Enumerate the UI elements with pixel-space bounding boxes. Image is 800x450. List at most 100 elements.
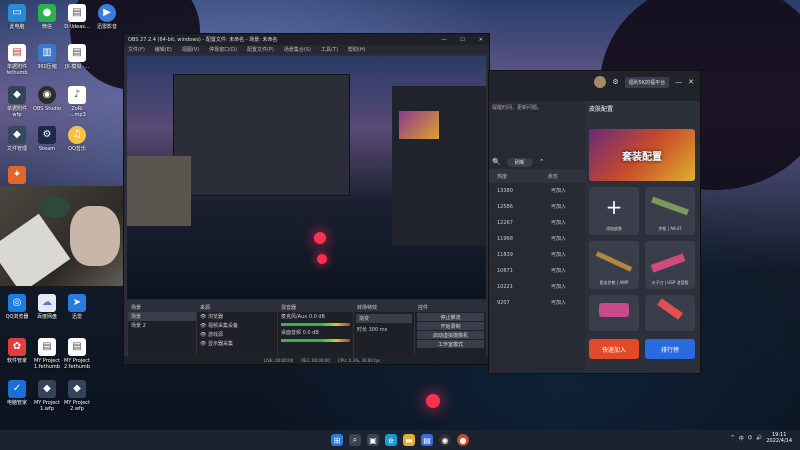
room-list: 提醒时间，更新问题。 🔍 刷新 ⌃ 热度 状态 13380 可加入 12586 可加…	[489, 101, 585, 373]
obs-titlebar[interactable]: OBS 27.2.4 (64-bit, windows) - 配置文件: 未命名…	[124, 34, 489, 45]
controls-header: 控件	[415, 304, 486, 312]
store-icon[interactable]: ▤	[421, 434, 433, 446]
chevron-up-icon[interactable]: ^	[731, 435, 735, 441]
source-item[interactable]: 👁 游戏源	[197, 330, 277, 339]
desktop-icon-file-manager[interactable]: ◆ 文件管理	[2, 126, 32, 152]
obs-preview-canvas[interactable]	[127, 56, 486, 299]
file-explorer-icon[interactable]: ▬	[403, 434, 415, 446]
menu-profile[interactable]: 配置文件(P)	[247, 46, 274, 53]
desktop-icon-jx[interactable]: ▤ JX·模拟 ·...	[62, 44, 92, 70]
leaderboard-button[interactable]: 排行榜	[645, 339, 695, 359]
desktop-icon-doc1[interactable]: ▤ 单据附件 fethumb	[2, 44, 32, 76]
table-row[interactable]: 13380 可加入	[489, 183, 585, 199]
menu-file[interactable]: 文件(F)	[128, 46, 145, 53]
skin-banner[interactable]: 套装配置	[589, 129, 695, 181]
desktop-icon-pc-manager[interactable]: ✓ 电脑管家	[2, 380, 32, 406]
network-icon[interactable]: ⌬	[748, 435, 752, 441]
table-row[interactable]: 10871 可加入	[489, 263, 585, 279]
quick-join-button[interactable]: 快速加入	[589, 339, 639, 359]
table-row[interactable]: 11839 可加入	[489, 247, 585, 263]
source-item[interactable]: 👁 显示器采集	[197, 339, 277, 348]
skin-card[interactable]	[589, 295, 639, 331]
menu-view[interactable]: 视图(V)	[182, 46, 199, 53]
menu-help[interactable]: 帮助(H)	[348, 46, 366, 53]
ime-indicator[interactable]: 中	[739, 435, 744, 442]
desktop-icon-myproject1-thumb[interactable]: ▤ MY Project 1.fethumb	[32, 338, 62, 370]
desktop-icon-myproject2-wfp[interactable]: ◆ MY Project 2.wfp	[62, 380, 92, 412]
avatar[interactable]	[594, 76, 607, 88]
desktop-icon-mp3[interactable]: ♪ ZoRi ·...mp3	[62, 86, 92, 118]
desktop-icon-xunlei-player[interactable]: ▶ 迅雷影音	[92, 4, 122, 30]
brand-button[interactable]: 福利5K的福平台	[624, 76, 670, 88]
desktop-icon-360zip[interactable]: ▥ 360压缩	[32, 44, 62, 70]
studio-mode-button[interactable]: 工作室模式	[417, 340, 484, 348]
knife-icon	[657, 298, 683, 320]
eye-icon[interactable]: 👁	[200, 323, 206, 329]
search-icon[interactable]: 🔍	[492, 158, 501, 166]
transition-header: 转场特效	[354, 304, 414, 312]
desktop-icon-steam[interactable]: ⚙ Steam	[32, 126, 62, 152]
table-row[interactable]: 10221 可加入	[489, 279, 585, 295]
eye-icon[interactable]: 👁	[200, 332, 206, 338]
source-item[interactable]: 👁 视频采集设备	[197, 321, 277, 330]
banner-text: 套装配置	[622, 151, 662, 163]
menu-scene-collection[interactable]: 场景集合(S)	[284, 46, 311, 53]
scene-item[interactable]: 场景 2	[128, 321, 196, 330]
virtual-cam-button[interactable]: 启动虚拟摄像机	[417, 331, 484, 339]
desktop-icon-software-manager[interactable]: ✿ 软件管家	[2, 338, 32, 364]
desktop-icon-xunlei2[interactable]: ➤ 迅雷	[62, 294, 92, 320]
eye-icon[interactable]: 👁	[200, 314, 206, 320]
close-icon[interactable]: ✕	[479, 37, 483, 43]
obs-window[interactable]: OBS 27.2.4 (64-bit, windows) - 配置文件: 未命名…	[123, 33, 490, 365]
table-row[interactable]: 11968 可加入	[489, 231, 585, 247]
search-icon[interactable]: ⌕	[349, 434, 361, 446]
start-icon[interactable]: ⊞	[331, 434, 343, 446]
obs-taskbar-icon[interactable]: ◉	[439, 434, 451, 446]
task-view-icon[interactable]: ▣	[367, 434, 379, 446]
scene-item[interactable]: 场景	[128, 312, 196, 321]
desktop-icon-ideas[interactable]: ▤ D:\Ideas...	[62, 4, 92, 30]
obs-menubar: 文件(F) 编辑(E) 视图(V) 停靠窗口(D) 配置文件(P) 场景集合(S…	[124, 45, 489, 54]
menu-edit[interactable]: 编辑(E)	[155, 46, 172, 53]
desktop-icon-xunlei[interactable]: ✦	[2, 166, 32, 186]
menu-tools[interactable]: 工具(T)	[321, 46, 338, 53]
table-row[interactable]: 12267 可加入	[489, 215, 585, 231]
duration-row[interactable]: 时长 300 ms	[354, 325, 414, 334]
desktop-icon-myproject1-wfp[interactable]: ◆ MY Project 1.wfp	[32, 380, 62, 412]
eye-icon[interactable]: 👁	[200, 341, 206, 347]
desktop-icon-this-pc[interactable]: ▭ 此电脑	[2, 4, 32, 30]
volume-icon[interactable]: 🔊	[756, 435, 762, 441]
start-record-button[interactable]: 开始录制	[417, 322, 484, 330]
desktop-icon-obs[interactable]: ◉ OBS Studio	[32, 86, 62, 112]
stop-stream-button[interactable]: 停止推流	[417, 313, 484, 321]
settings-icon[interactable]: ⚙	[612, 78, 618, 86]
edge-icon[interactable]: e	[385, 434, 397, 446]
desktop-icon-qq-browser[interactable]: ◎ QQ浏览器	[2, 294, 32, 320]
desktop-icon-myproject2-thumb[interactable]: ▤ MY Project 2.fethumb	[62, 338, 92, 370]
clock[interactable]: 19:11 2022/4/14	[766, 432, 792, 444]
desktop-icon-doc2[interactable]: ◆ 单据附件 wfp	[2, 86, 32, 118]
maximize-icon[interactable]: ☐	[460, 37, 464, 43]
skin-config-panel[interactable]: ⚙ 福利5K的福平台 — ✕ 提醒时间，更新问题。 🔍 刷新 ⌃ 热度 状态 1…	[488, 70, 701, 374]
skin-card[interactable]: 步枪 | AK-47	[645, 187, 695, 235]
minimize-icon[interactable]: —	[441, 37, 446, 43]
close-icon[interactable]: ✕	[688, 78, 694, 86]
table-row[interactable]: 9207 可加入	[489, 295, 585, 311]
menu-docks[interactable]: 停靠窗口(D)	[209, 46, 237, 53]
desktop-icon-wechat[interactable]: ● 微信	[32, 4, 62, 30]
refresh-button[interactable]: 刷新	[506, 157, 533, 167]
sources-dock: 来源 👁 浏览器 👁 视频采集设备 👁 游戏源 👁 显示器采集	[196, 303, 278, 361]
transition-select[interactable]: 渐变	[356, 314, 412, 323]
game-taskbar-icon[interactable]: ●	[457, 434, 469, 446]
skin-card[interactable]: 爪子刀 | USP 消音版	[645, 241, 695, 289]
desktop-icon-baidu-netdisk[interactable]: ☁ 百度网盘	[32, 294, 62, 320]
sniper-icon	[595, 251, 633, 272]
add-skin-card[interactable]: + 添加皮肤	[589, 187, 639, 235]
source-item[interactable]: 👁 浏览器	[197, 312, 277, 321]
collapse-icon[interactable]: ⌃	[539, 158, 545, 166]
desktop-icon-qq-music[interactable]: ♫ QQ音乐	[62, 126, 92, 152]
table-row[interactable]: 12586 可加入	[489, 199, 585, 215]
skin-card[interactable]: 狙击步枪 | AWP	[589, 241, 639, 289]
minimize-icon[interactable]: —	[675, 78, 682, 86]
skin-card[interactable]	[645, 295, 695, 331]
